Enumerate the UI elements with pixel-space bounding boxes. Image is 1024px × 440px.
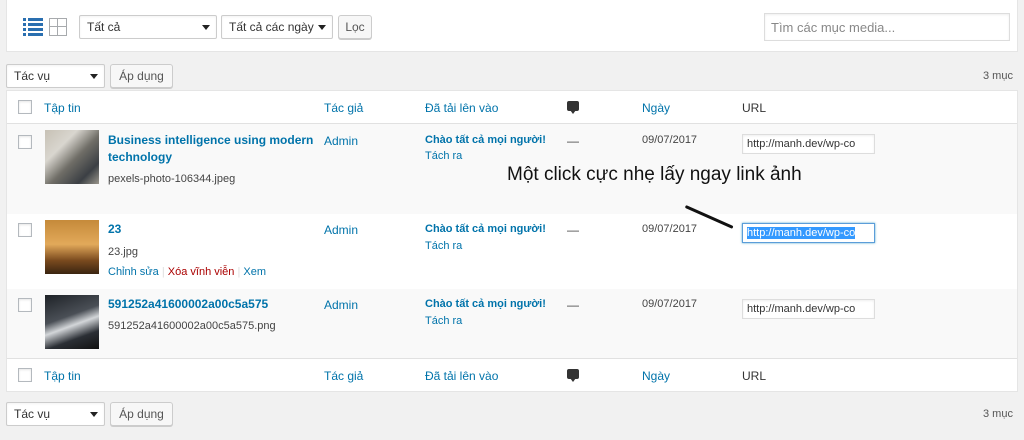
author-link[interactable]: Admin xyxy=(324,298,358,312)
comment-bubble-icon[interactable] xyxy=(567,369,579,382)
media-thumbnail[interactable] xyxy=(45,220,99,274)
table-header: Tập tin Tác giả Đã tải lên vào Ngày URL xyxy=(7,91,1017,124)
comment-bubble-icon[interactable] xyxy=(567,101,579,114)
chevron-down-icon xyxy=(202,25,210,30)
date-select[interactable]: Tất cả các ngày xyxy=(221,15,333,39)
annotation-text: Một click cực nhẹ lấy ngay link ảnh xyxy=(507,164,802,185)
chevron-down-icon xyxy=(90,74,98,79)
column-date[interactable]: Ngày xyxy=(642,369,670,383)
comment-count: — xyxy=(567,134,579,148)
upload-date: 09/07/2017 xyxy=(642,223,698,235)
search-input[interactable] xyxy=(764,13,1010,41)
detach-link[interactable]: Tách ra xyxy=(425,240,462,252)
column-date[interactable]: Ngày xyxy=(642,101,670,115)
attached-post-link[interactable]: Chào tất cả mọi người! xyxy=(425,134,546,146)
bulk-action-select-top[interactable]: Tác vụ xyxy=(6,64,105,88)
url-field[interactable]: http://manh.dev/wp-co xyxy=(742,134,875,154)
media-filter-bar: Tất cả Tất cả các ngày Lọc xyxy=(6,0,1018,52)
upload-date: 09/07/2017 xyxy=(642,134,698,146)
comment-count: — xyxy=(567,223,579,237)
selected-url-text: http://manh.dev/wp-co xyxy=(747,227,856,239)
column-attached[interactable]: Đã tải lên vào xyxy=(425,101,498,115)
row-checkbox[interactable] xyxy=(18,135,32,149)
media-thumbnail[interactable] xyxy=(45,295,99,349)
chevron-down-icon xyxy=(90,412,98,417)
upload-date: 09/07/2017 xyxy=(642,298,698,310)
media-type-select[interactable]: Tất cả xyxy=(79,15,217,39)
media-filename: 23.jpg xyxy=(108,246,138,258)
media-thumbnail[interactable] xyxy=(45,130,99,184)
comment-count: — xyxy=(567,298,579,312)
row-checkbox[interactable] xyxy=(18,223,32,237)
media-title-link[interactable]: 23 xyxy=(108,221,121,238)
media-table: Tập tin Tác giả Đã tải lên vào Ngày URL … xyxy=(6,90,1018,392)
action-separator: | xyxy=(237,266,241,278)
row-checkbox[interactable] xyxy=(18,298,32,312)
date-select-value: Tất cả các ngày xyxy=(229,20,314,34)
view-link[interactable]: Xem xyxy=(243,266,266,278)
media-type-select-value: Tất cả xyxy=(87,20,121,34)
url-field[interactable]: http://manh.dev/wp-co xyxy=(742,299,875,319)
action-separator: | xyxy=(161,266,165,278)
edit-link[interactable]: Chỉnh sửa xyxy=(108,266,159,278)
detach-link[interactable]: Tách ra xyxy=(425,315,462,327)
column-url: URL xyxy=(742,101,767,115)
column-author[interactable]: Tác giả xyxy=(324,101,363,115)
media-title-link[interactable]: Business intelligence using modern techn… xyxy=(108,132,318,166)
apply-button-top[interactable]: Áp dụng xyxy=(110,64,173,88)
attached-post-link[interactable]: Chào tất cả mọi người! xyxy=(425,223,546,235)
bulk-action-select-value: Tác vụ xyxy=(14,69,51,83)
author-link[interactable]: Admin xyxy=(324,223,358,237)
item-count-top: 3 mục xyxy=(983,70,1013,82)
apply-button-bottom[interactable]: Áp dụng xyxy=(110,402,173,426)
column-file[interactable]: Tập tin xyxy=(44,101,81,115)
attached-post-link[interactable]: Chào tất cả mọi người! xyxy=(425,298,546,310)
list-view-icon[interactable] xyxy=(23,18,43,36)
media-title-link[interactable]: 591252a41600002a00c5a575 xyxy=(108,296,268,313)
filter-button[interactable]: Lọc xyxy=(338,15,372,39)
column-url: URL xyxy=(742,369,767,383)
row-actions: Chỉnh sửa | Xóa vĩnh viễn | Xem xyxy=(108,266,266,278)
column-file[interactable]: Tập tin xyxy=(44,369,81,383)
bulk-action-select-value: Tác vụ xyxy=(14,407,51,421)
delete-permanently-link[interactable]: Xóa vĩnh viễn xyxy=(168,266,235,278)
media-filename: pexels-photo-106344.jpeg xyxy=(108,173,236,185)
select-all-checkbox[interactable] xyxy=(18,100,32,114)
url-field-selected[interactable]: http://manh.dev/wp-co xyxy=(742,223,875,243)
column-attached[interactable]: Đã tải lên vào xyxy=(425,369,498,383)
select-all-checkbox[interactable] xyxy=(18,368,32,382)
item-count-bottom: 3 mục xyxy=(983,408,1013,420)
table-row: 23 23.jpg Chỉnh sửa | Xóa vĩnh viễn | Xe… xyxy=(7,214,1017,289)
bulk-action-select-bottom[interactable]: Tác vụ xyxy=(6,402,105,426)
column-author[interactable]: Tác giả xyxy=(324,369,363,383)
grid-view-icon[interactable] xyxy=(49,18,67,36)
table-row: 591252a41600002a00c5a575 591252a41600002… xyxy=(7,289,1017,358)
chevron-down-icon xyxy=(318,25,326,30)
media-filename: 591252a41600002a00c5a575.png xyxy=(108,320,276,332)
detach-link[interactable]: Tách ra xyxy=(425,150,462,162)
table-footer: Tập tin Tác giả Đã tải lên vào Ngày URL xyxy=(7,358,1017,391)
author-link[interactable]: Admin xyxy=(324,134,358,148)
